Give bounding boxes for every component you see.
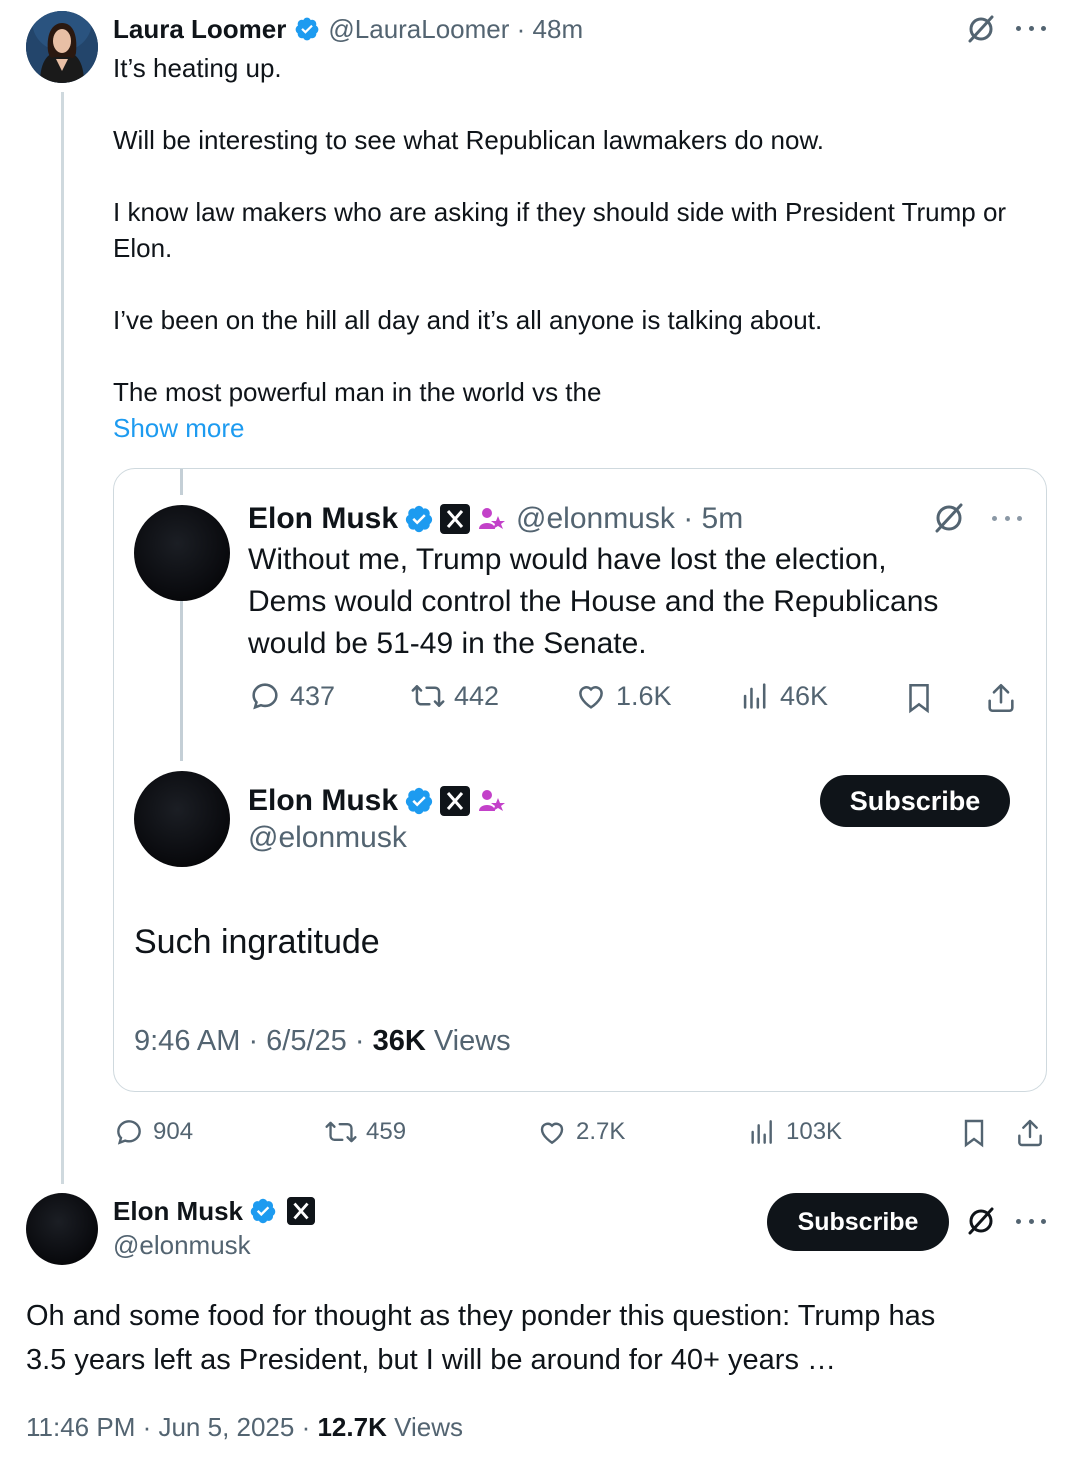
reply-text: Oh and some food for thought as they pon… (26, 1294, 1056, 1382)
quoted-thread-line (180, 469, 183, 495)
more-options-icon[interactable] (1016, 1214, 1046, 1228)
views-icon (751, 1120, 772, 1144)
views-action[interactable]: 103K (746, 1116, 842, 1148)
thread-line (61, 92, 64, 1184)
quoted-post-text: Without me, Trump would have lost the el… (248, 539, 1028, 665)
x-logo-icon (440, 504, 471, 534)
reply-action[interactable]: 437 (248, 679, 335, 713)
like-action[interactable]: 2.7K (536, 1116, 625, 1148)
heart-icon (579, 686, 603, 709)
repost-icon (325, 1121, 357, 1143)
post-header: Laura Loomer @LauraLoomer · 48m (113, 12, 583, 46)
verified-badge-icon (295, 17, 319, 41)
affiliate-icon (479, 790, 506, 811)
author-name[interactable]: Elon Musk (248, 502, 398, 536)
like-count: 1.6K (616, 680, 672, 711)
reply-action[interactable]: 904 (113, 1116, 193, 1148)
repost-action[interactable]: 442 (410, 679, 499, 713)
reply-count: 437 (290, 680, 336, 711)
repost-action[interactable]: 459 (324, 1116, 406, 1148)
reply-icon (117, 1120, 141, 1145)
author-name[interactable]: Elon Musk (113, 1196, 243, 1227)
author-name[interactable]: Laura Loomer (113, 14, 286, 45)
reply-count: 904 (153, 1118, 194, 1145)
repost-count: 459 (366, 1118, 407, 1145)
views-label: Views (386, 1412, 463, 1442)
views-count: 36K (372, 1025, 426, 1057)
grok-icon[interactable] (932, 501, 966, 535)
quoted-line: Dems would control the House and the Rep… (248, 585, 939, 618)
grok-icon[interactable] (966, 1206, 996, 1236)
views-count: 46K (780, 680, 829, 711)
repost-icon (411, 685, 445, 707)
quoted-line: Without me, Trump would have lost the el… (248, 543, 887, 576)
avatar[interactable] (26, 11, 98, 83)
timestamp-text[interactable]: 9:46 AM · 6/5/25 · (134, 1025, 373, 1057)
subscribe-button[interactable]: Subscribe (820, 775, 1010, 827)
grok-icon[interactable] (966, 14, 996, 44)
quoted-line: would be 51-49 in the Senate. (248, 627, 647, 660)
reply-line: 3.5 years left as President, but I will … (26, 1344, 837, 1376)
views-label: Views (425, 1025, 511, 1057)
verified-badge-icon (405, 505, 433, 533)
quoted-header: Elon Musk (248, 781, 506, 821)
post-paragraph: I’ve been on the hill all day and it’s a… (113, 305, 823, 335)
bookmark-icon[interactable] (902, 681, 936, 720)
quoted-post-text: Such ingratitude (134, 923, 380, 961)
verified-badge-icon (250, 1198, 276, 1224)
author-name[interactable]: Elon Musk (248, 784, 398, 818)
avatar[interactable] (134, 505, 230, 601)
reply-header: Elon Musk (113, 1194, 316, 1228)
x-logo-icon (287, 1197, 316, 1225)
subscribe-button[interactable]: Subscribe (767, 1193, 949, 1251)
quoted-thread-line (180, 601, 183, 761)
views-action[interactable]: 46K (738, 679, 828, 713)
post-paragraph: The most powerful man in the world vs th… (113, 377, 602, 407)
views-icon (743, 683, 766, 709)
reply-icon (252, 683, 278, 710)
timestamp-text[interactable]: 11:46 PM · Jun 5, 2025 · (26, 1412, 317, 1442)
post-text: It’s heating up. Will be interesting to … (113, 50, 1053, 446)
reply-timestamp: 11:46 PM · Jun 5, 2025 · 12.7K Views (26, 1412, 463, 1443)
avatar[interactable] (134, 771, 230, 867)
like-count: 2.7K (576, 1118, 626, 1145)
reply-line: Oh and some food for thought as they pon… (26, 1300, 936, 1332)
heart-icon (540, 1122, 564, 1145)
verified-badge-icon (405, 787, 433, 815)
more-options-icon[interactable] (1016, 20, 1046, 36)
post-paragraph: It’s heating up. (113, 53, 282, 83)
share-icon[interactable] (984, 681, 1018, 720)
handle-time[interactable]: @LauraLoomer · 48m (328, 14, 583, 45)
handle[interactable]: @elonmusk (248, 821, 407, 855)
quoted-header: Elon Musk @elonmusk · 5m (248, 499, 743, 539)
post-paragraph: I know law makers who are asking if they… (113, 197, 1007, 263)
views-count: 12.7K (317, 1412, 387, 1442)
avatar-image (26, 11, 98, 83)
repost-count: 442 (454, 680, 500, 711)
x-logo-icon (440, 786, 471, 816)
more-options-icon[interactable] (992, 513, 1022, 523)
handle[interactable]: @elonmusk (113, 1230, 251, 1261)
affiliate-icon (479, 508, 506, 529)
post-paragraph: Will be interesting to see what Republic… (113, 125, 825, 155)
quoted-timestamp: 9:46 AM · 6/5/25 · 36K Views (134, 1025, 511, 1058)
bookmark-icon[interactable] (958, 1117, 990, 1154)
like-action[interactable]: 1.6K (574, 679, 672, 713)
share-icon[interactable] (1014, 1117, 1046, 1154)
avatar[interactable] (26, 1193, 98, 1265)
views-count: 103K (786, 1118, 843, 1145)
show-more-link[interactable]: Show more (113, 410, 1053, 446)
handle-time[interactable]: @elonmusk · 5m (516, 502, 743, 536)
quoted-post-card[interactable]: Elon Musk @elonmusk · 5m Without me, Tru… (113, 468, 1047, 1092)
